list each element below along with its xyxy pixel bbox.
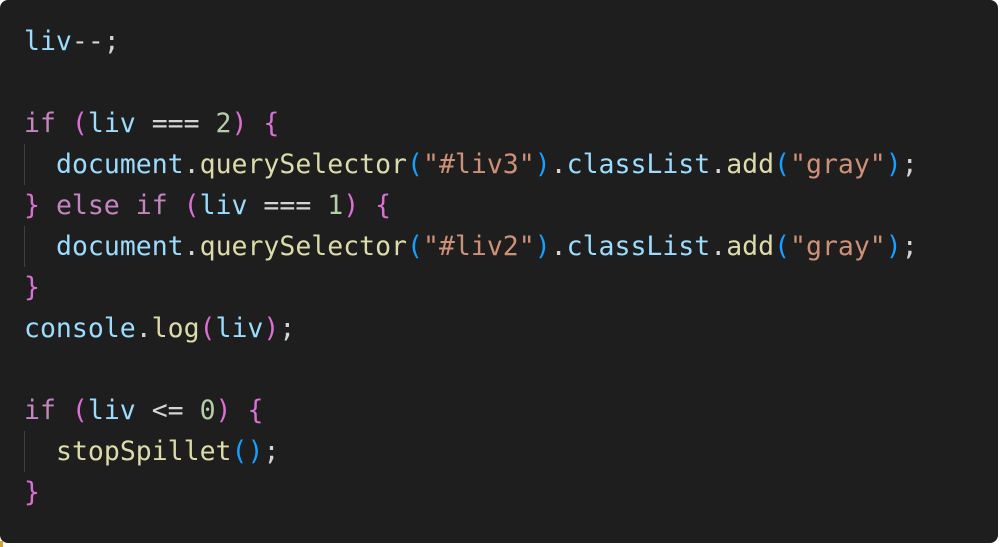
code-token: { (375, 190, 392, 221)
code-line[interactable]: stopSpillet(); (24, 431, 918, 472)
code-token: . (183, 231, 200, 262)
code-token: ( (231, 436, 248, 467)
code-token: ) (885, 149, 902, 180)
code-token: --; (71, 26, 120, 57)
code-token: ; (901, 149, 918, 180)
code-token: ) (885, 231, 902, 262)
code-token: console (24, 313, 136, 344)
code-token: ( (199, 313, 216, 344)
code-token: === (135, 108, 216, 139)
indent-guide (24, 226, 25, 267)
code-token: . (183, 149, 200, 180)
code-line[interactable]: liv--; (24, 21, 918, 62)
code-token: document (56, 149, 184, 180)
code-token: "#liv2" (423, 231, 535, 262)
code-token: { (263, 108, 280, 139)
code-token: log (151, 313, 200, 344)
code-token: ) (343, 190, 360, 221)
code-token: } (24, 477, 40, 508)
code-line[interactable]: ​ (24, 62, 918, 103)
code-token: ( (407, 231, 423, 262)
code-token: ; (263, 436, 280, 467)
code-line[interactable]: } (24, 472, 918, 513)
code-block[interactable]: liv--;​if (liv === 2) {document.querySel… (24, 21, 918, 513)
code-token: ; (279, 313, 296, 344)
code-token: liv (199, 190, 248, 221)
code-token: ) (534, 231, 551, 262)
code-token: ) (231, 108, 248, 139)
code-editor[interactable]: liv--;​if (liv === 2) {document.querySel… (0, 0, 998, 543)
code-token: . (550, 231, 567, 262)
code-token: ) (215, 395, 232, 426)
code-token: classList (566, 231, 711, 262)
code-token: === (247, 190, 328, 221)
code-line[interactable]: } (24, 267, 918, 308)
code-token: else (55, 190, 120, 221)
code-token: ( (71, 395, 88, 426)
code-token: add (726, 231, 775, 262)
indent-guide (24, 144, 25, 185)
code-token: ( (407, 149, 423, 180)
code-token: querySelector (199, 149, 408, 180)
code-token: "gray" (790, 149, 886, 180)
code-token: ; (901, 231, 918, 262)
code-token: . (135, 313, 152, 344)
cursor-marker (0, 541, 3, 547)
code-token: <= (135, 395, 200, 426)
code-token: querySelector (199, 231, 408, 262)
code-token: liv (87, 395, 136, 426)
code-token: stopSpillet (56, 436, 232, 467)
code-line[interactable]: document.querySelector("#liv2").classLis… (24, 226, 918, 267)
code-token: liv (215, 313, 264, 344)
code-line[interactable]: } else if (liv === 1) { (24, 185, 918, 226)
code-token: if (24, 108, 56, 139)
code-token: ) (247, 436, 264, 467)
code-token: ( (774, 231, 791, 262)
code-token: document (56, 231, 184, 262)
code-token: classList (566, 149, 711, 180)
code-token: liv (87, 108, 136, 139)
code-token: ) (534, 149, 551, 180)
code-token: ( (71, 108, 88, 139)
indent-guide (24, 431, 25, 472)
code-line[interactable]: document.querySelector("#liv3").classLis… (24, 144, 918, 185)
code-line[interactable]: ​ (24, 349, 918, 390)
code-token: ( (774, 149, 791, 180)
code-token: . (710, 231, 727, 262)
code-token: { (247, 395, 264, 426)
code-token: add (726, 149, 775, 180)
code-token: 1 (327, 190, 344, 221)
code-token: ) (263, 313, 280, 344)
code-token: "#liv3" (423, 149, 535, 180)
code-line[interactable]: console.log(liv); (24, 308, 918, 349)
code-token: if (135, 190, 168, 221)
code-token: . (550, 149, 567, 180)
code-token: } (24, 272, 40, 303)
code-token: ( (183, 190, 200, 221)
code-line[interactable]: if (liv === 2) { (24, 103, 918, 144)
code-token: 2 (215, 108, 232, 139)
code-line[interactable]: if (liv <= 0) { (24, 390, 918, 431)
code-token: "gray" (790, 231, 886, 262)
code-token: 0 (199, 395, 216, 426)
code-token: if (24, 395, 56, 426)
code-token: } (24, 190, 40, 221)
code-token: . (710, 149, 727, 180)
code-token: liv (24, 26, 72, 57)
